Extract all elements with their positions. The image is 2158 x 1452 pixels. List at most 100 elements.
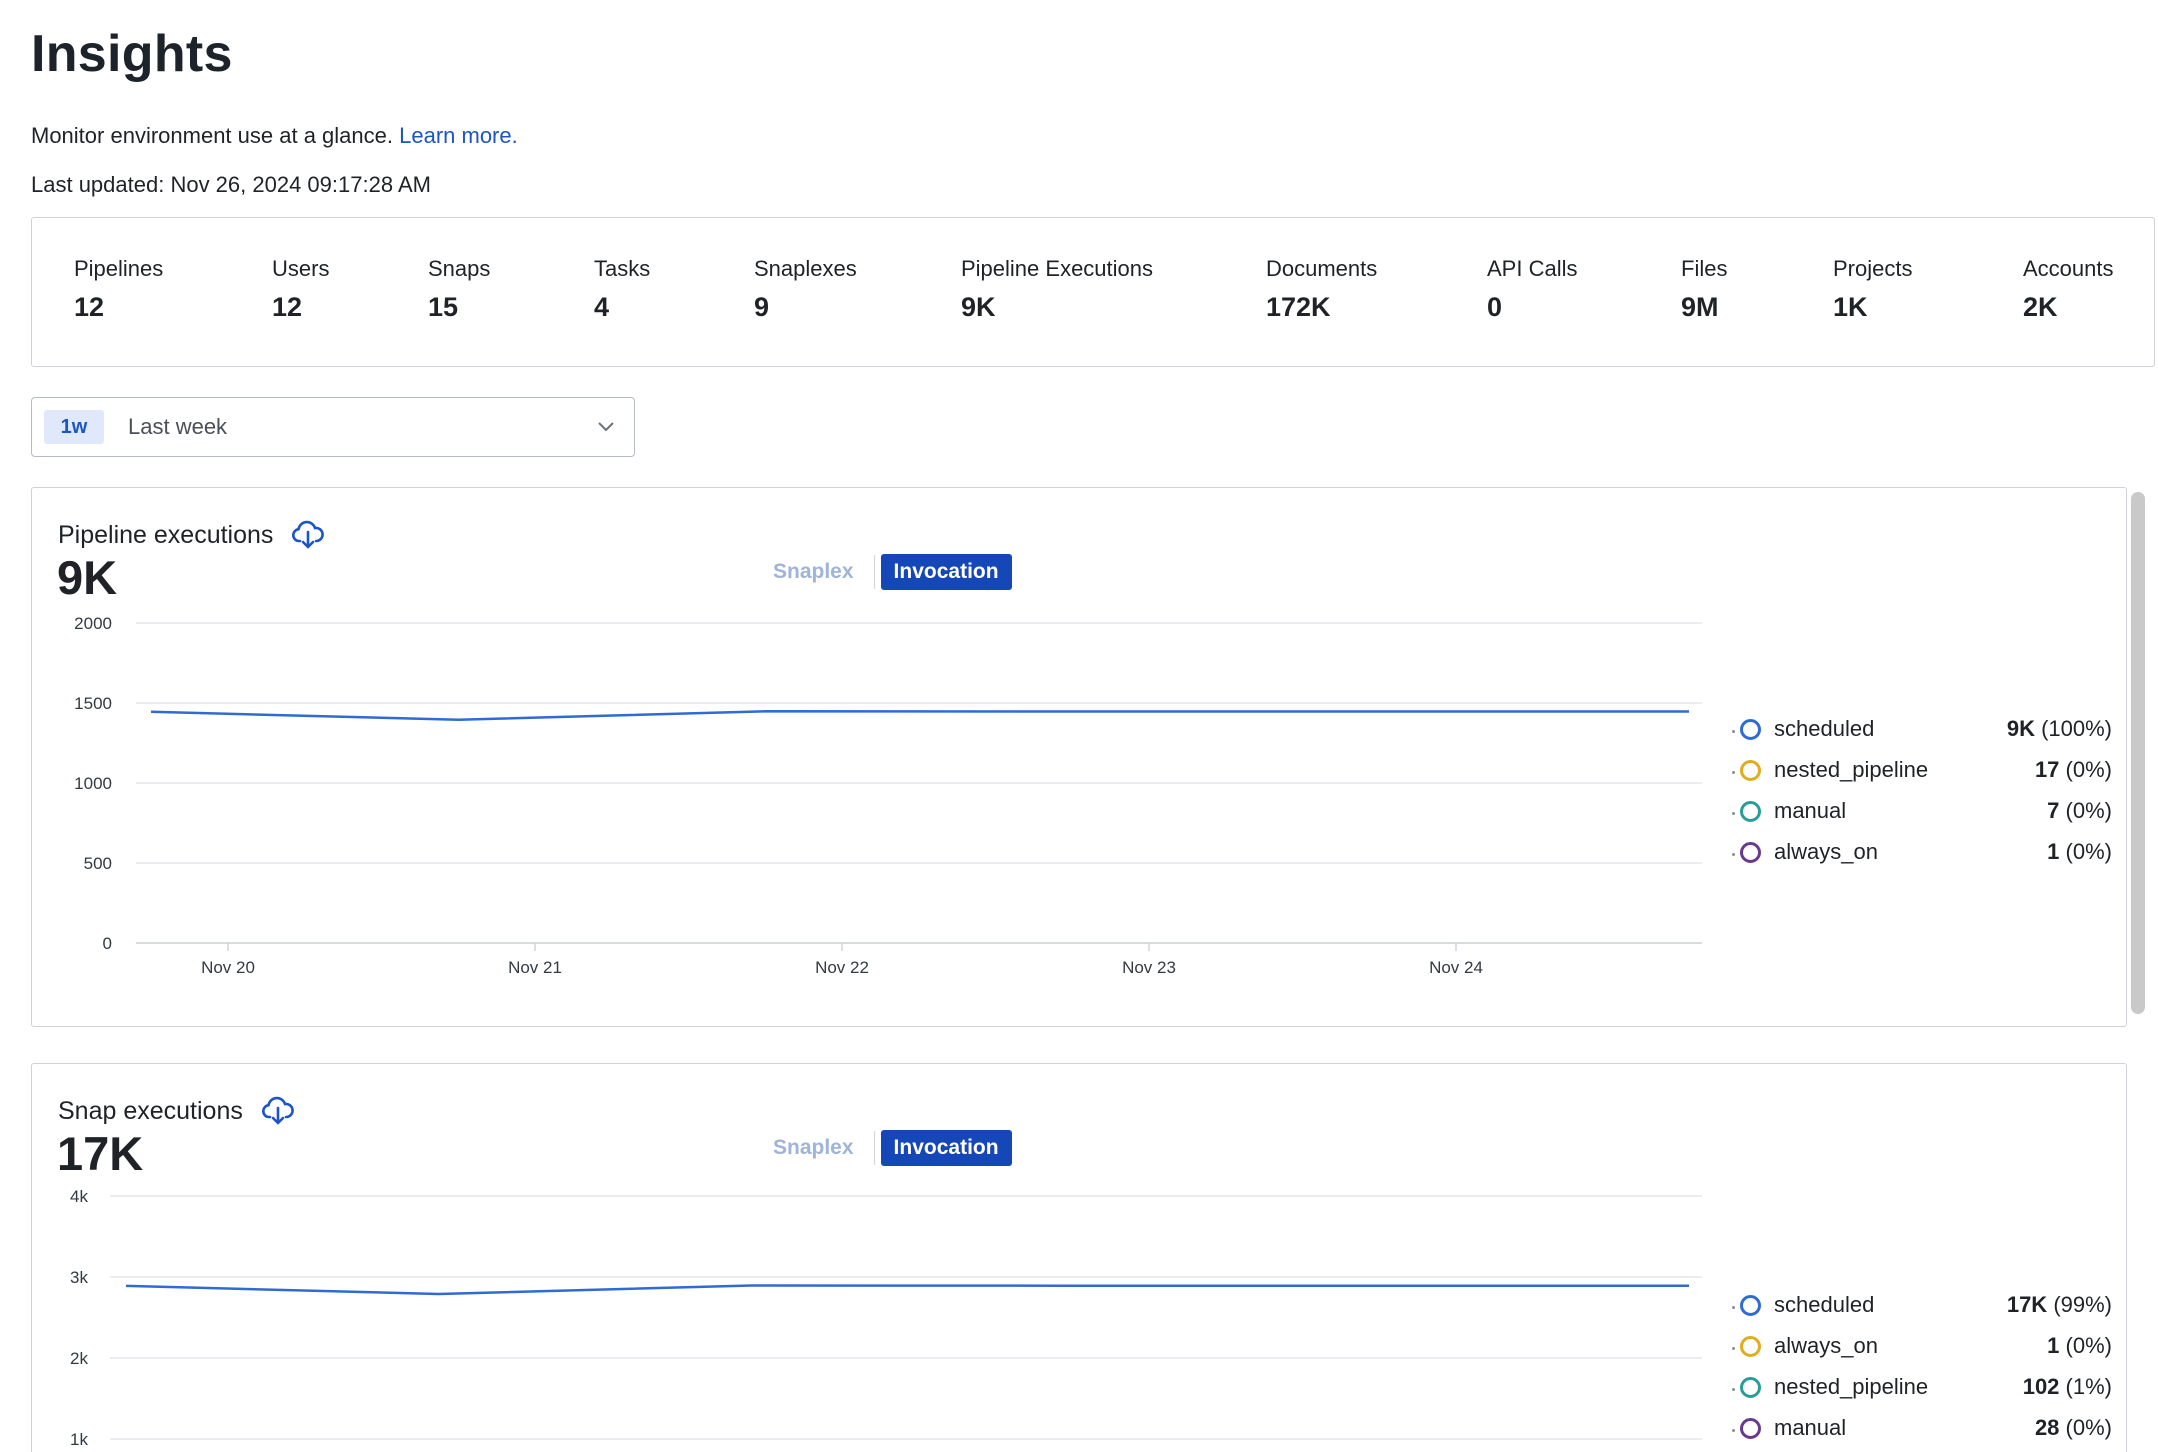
legend-value: 1 (0%) <box>2047 839 2112 864</box>
stat-label: Projects <box>1833 256 1913 281</box>
legend-marker-icon <box>1740 801 1761 822</box>
legend-item-manual[interactable]: manual 28 (0%) <box>1732 1415 2112 1452</box>
chevron-down-icon <box>598 422 614 432</box>
stat-value: 172K <box>1266 292 1331 322</box>
stats-summary: Pipelines 12 Users 12 Snaps 15 Tasks 4 Snapl… <box>31 217 2155 367</box>
legend-dot <box>1732 853 1735 856</box>
stat-value: 2K <box>2023 292 2058 322</box>
time-range-select[interactable]: 1w Last week <box>31 397 635 457</box>
series-line-scheduled <box>150 710 1689 722</box>
legend-name: always_on <box>1774 839 1878 864</box>
stat-label: Snaplexes <box>754 256 857 281</box>
stat-tasks: Tasks 4 <box>594 256 650 323</box>
scrollbar-thumb[interactable] <box>2131 492 2145 1014</box>
stat-value: 4 <box>594 292 610 322</box>
stat-label: Pipelines <box>74 256 164 281</box>
snap-executions-chart: 1k 2k 3k 4k <box>70 1187 1702 1449</box>
stat-documents: Documents 172K <box>1266 256 1377 323</box>
y-tick-label: 3k <box>70 1268 88 1287</box>
legend-marker-icon <box>1740 1418 1761 1439</box>
legend-value: 1 (0%) <box>2047 1333 2112 1358</box>
y-tick-label: 4k <box>70 1187 88 1206</box>
legend-value: 102 (1%) <box>2022 1374 2112 1399</box>
y-tick-label: 2k <box>70 1349 88 1368</box>
stat-projects: Projects 1K <box>1833 256 1912 323</box>
stat-label: Documents <box>1266 256 1378 281</box>
stat-snaps: Snaps 15 <box>428 256 490 323</box>
x-tick-label: Nov 21 <box>508 958 562 977</box>
x-tick-label: Nov 24 <box>1429 958 1483 977</box>
legend-name: manual <box>1774 1415 1847 1440</box>
learn-more-link[interactable]: Learn more. <box>399 123 518 148</box>
legend-value: 17 (0%) <box>2034 757 2112 782</box>
legend-name: nested_pipeline <box>1774 757 1929 782</box>
stat-value: 9K <box>961 292 996 322</box>
snap-executions-card: Snap executions 17K Snaplex Invocation 1… <box>31 1063 2127 1452</box>
stat-value: 15 <box>428 292 459 322</box>
stat-label: Accounts <box>2023 256 2114 281</box>
subtitle-text: Monitor environment use at a glance. <box>31 123 393 148</box>
stat-snaplexes: Snaplexes 9 <box>754 256 857 323</box>
legend-value: 9K (100%) <box>2006 716 2112 741</box>
stat-users: Users 12 <box>272 256 329 323</box>
y-tick-label: 0 <box>103 934 112 953</box>
range-label: Last week <box>128 414 228 439</box>
stat-value: 9M <box>1681 292 1719 322</box>
x-tick-label: Nov 20 <box>201 958 255 977</box>
legend-name: manual <box>1774 798 1847 823</box>
stat-api-calls: API Calls 0 <box>1487 256 1577 323</box>
y-tick-label: 500 <box>84 854 112 873</box>
legend-item-nested-pipeline[interactable]: nested_pipeline 17 (0%) <box>1732 757 2112 798</box>
legend-name: scheduled <box>1774 716 1875 741</box>
pipeline-executions-card: Pipeline executions 9K Snaplex Invocatio… <box>31 487 2127 1027</box>
legend-item-nested-pipeline[interactable]: nested_pipeline 102 (1%) <box>1732 1374 2112 1415</box>
legend-marker-icon <box>1740 1295 1761 1316</box>
stat-label: Tasks <box>594 256 651 281</box>
snap-legend: scheduled 17K (99%) always_on 1 (0%) nested_… <box>1732 1292 2112 1452</box>
y-tick-label: 1000 <box>74 774 112 793</box>
stat-value: 0 <box>1487 292 1503 322</box>
legend-value: 7 (0%) <box>2047 798 2112 823</box>
legend-marker-icon <box>1740 1336 1761 1357</box>
legend-item-scheduled[interactable]: scheduled 9K (100%) <box>1732 716 2112 757</box>
legend-marker-icon <box>1740 1377 1761 1398</box>
x-tick-label: Nov 22 <box>815 958 869 977</box>
y-tick-label: 1500 <box>74 694 112 713</box>
stat-label: Users <box>272 256 330 281</box>
legend-marker-icon <box>1740 760 1761 781</box>
stat-value: 12 <box>272 292 303 322</box>
legend-dot <box>1732 730 1735 733</box>
legend-item-always-on[interactable]: always_on 1 (0%) <box>1732 839 2112 880</box>
stat-value: 1K <box>1833 292 1868 322</box>
page-title: Insights <box>31 25 233 83</box>
range-chip: 1w <box>44 410 104 444</box>
stat-value: 9 <box>754 292 770 322</box>
legend-item-manual[interactable]: manual 7 (0%) <box>1732 798 2112 839</box>
legend-item-always-on[interactable]: always_on 1 (0%) <box>1732 1333 2112 1374</box>
legend-item-scheduled[interactable]: scheduled 17K (99%) <box>1732 1292 2112 1333</box>
stat-pipeline-executions: Pipeline Executions 9K <box>961 256 1153 323</box>
y-tick-label: 1k <box>70 1430 88 1449</box>
legend-marker-icon <box>1740 719 1761 740</box>
pipeline-executions-chart: 0 500 1000 1500 2000 Nov 20 Nov 21 Nov 22 Nov 23… <box>74 614 1702 977</box>
stat-label: API Calls <box>1487 256 1578 281</box>
legend-value: 17K (99%) <box>2006 1292 2112 1317</box>
legend-name: always_on <box>1774 1333 1878 1358</box>
legend-dot <box>1732 1347 1735 1350</box>
series-line-scheduled <box>125 1284 1689 1296</box>
page-subtitle: Monitor environment use at a glance. Lea… <box>31 123 518 149</box>
legend-dot <box>1732 812 1735 815</box>
stat-pipelines: Pipelines 12 <box>74 256 163 323</box>
pipeline-legend: scheduled 9K (100%) nested_pipeline 17 (0%)… <box>1732 716 2112 880</box>
x-tick-label: Nov 23 <box>1122 958 1176 977</box>
y-tick-label: 2000 <box>74 614 112 633</box>
stat-value: 12 <box>74 292 105 322</box>
stat-label: Snaps <box>428 256 491 281</box>
stat-files: Files 9M <box>1681 256 1727 323</box>
legend-dot <box>1732 1306 1735 1309</box>
stat-accounts: Accounts 2K <box>2023 256 2114 323</box>
legend-name: nested_pipeline <box>1774 1374 1929 1399</box>
stat-label: Pipeline Executions <box>961 256 1154 281</box>
last-updated: Last updated: Nov 26, 2024 09:17:28 AM <box>31 172 431 197</box>
legend-value: 28 (0%) <box>2034 1415 2112 1440</box>
